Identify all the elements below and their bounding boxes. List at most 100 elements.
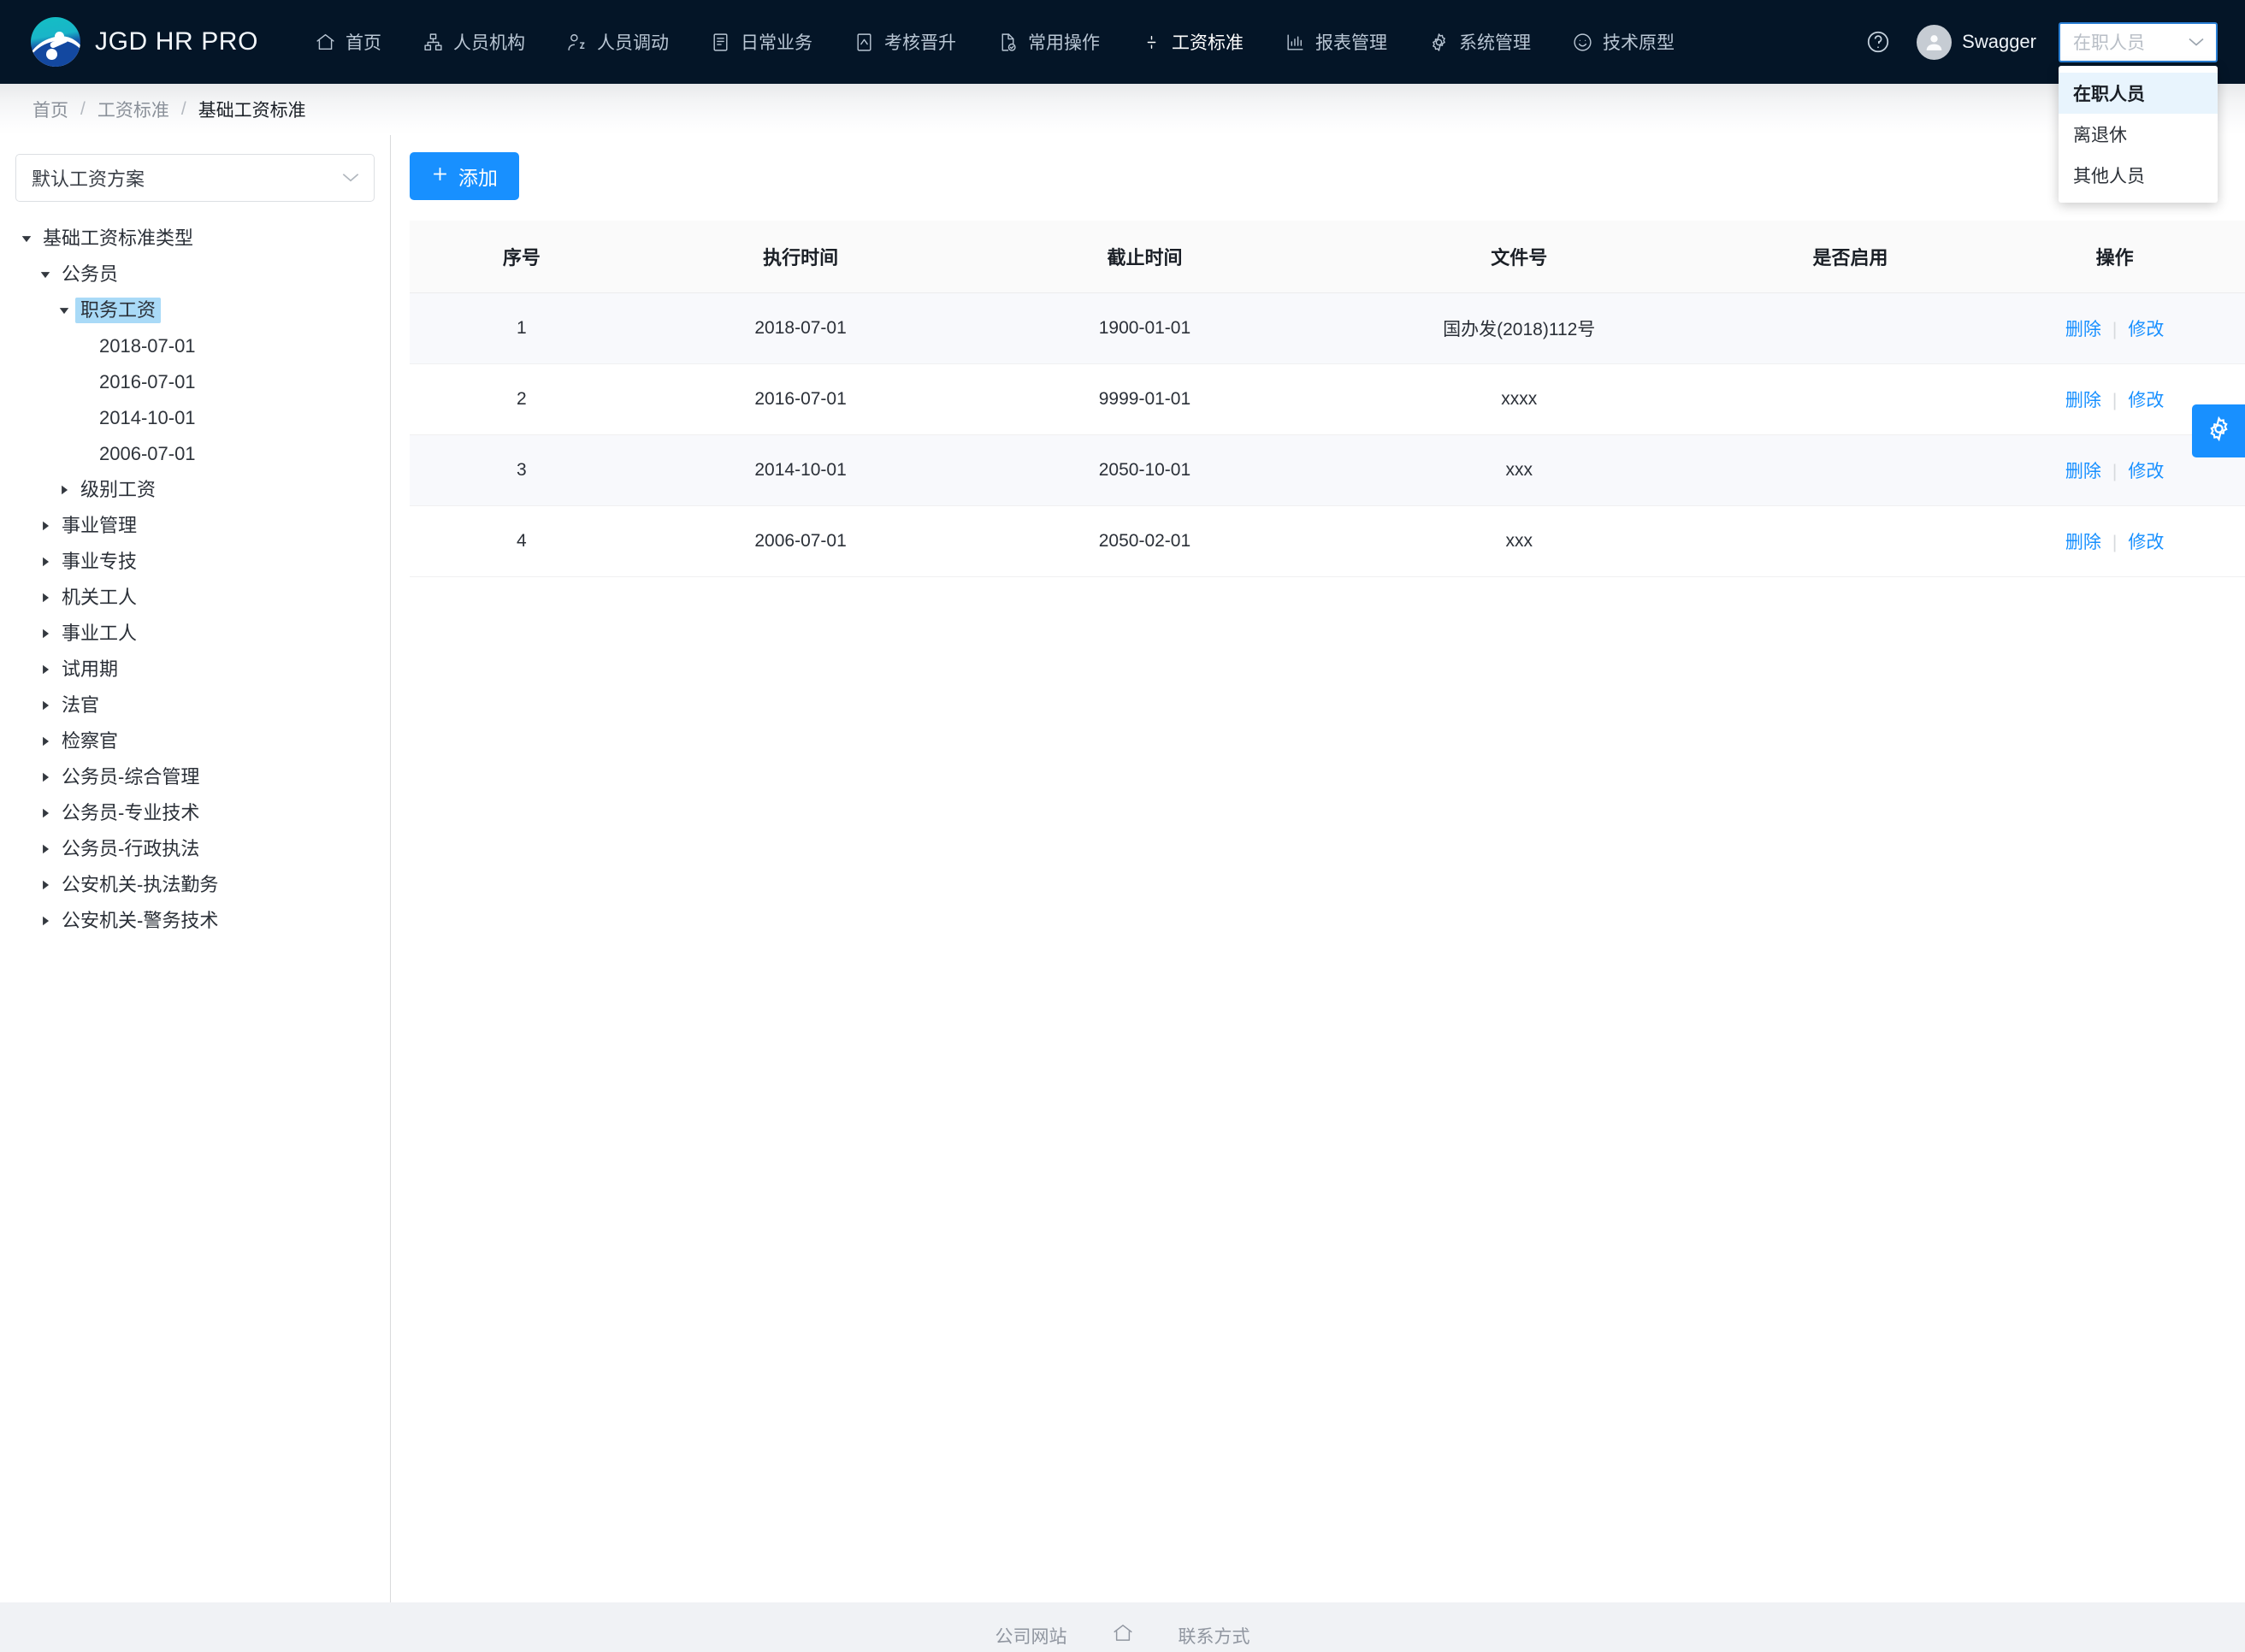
person-type-select[interactable]: 在职人员: [2059, 21, 2218, 62]
tree-item-6[interactable]: 2014-10-01: [15, 400, 375, 436]
tree-caret-right-icon[interactable]: [34, 807, 56, 819]
doc-check-icon: [997, 32, 1019, 53]
tree-item-label: 事业工人: [62, 622, 138, 645]
tree-caret-right-icon[interactable]: [34, 556, 56, 568]
tree-caret-down-icon[interactable]: [53, 304, 75, 316]
table-column-header-3: 截止时间: [967, 221, 1322, 293]
tree-item-7[interactable]: 2006-07-01: [15, 436, 375, 472]
tree-caret-right-icon[interactable]: [34, 879, 56, 891]
tree-caret-right-icon[interactable]: [34, 915, 56, 927]
tree-item-17[interactable]: 公务员-专业技术: [15, 795, 375, 831]
chart-up-icon: [854, 32, 875, 53]
nav-item-1[interactable]: 首页: [294, 0, 402, 84]
standards-table-container: 序号 执行时间 截止时间 文件号 是否启用 操作 1 2018-07-01 1900-01-0…: [410, 221, 2245, 577]
action-divider: |: [2112, 390, 2118, 410]
edit-link[interactable]: 修改: [2128, 320, 2164, 339]
nav-item-label: 首页: [346, 33, 382, 53]
delete-link[interactable]: 删除: [2065, 391, 2101, 410]
tree-item-14[interactable]: 法官: [15, 687, 375, 723]
tree-caret-right-icon[interactable]: [34, 843, 56, 855]
add-button[interactable]: 添加: [410, 152, 519, 200]
tree-item-label: 2006-07-01: [99, 443, 196, 465]
tree-item-11[interactable]: 机关工人: [15, 580, 375, 616]
tree-item-label: 检察官: [62, 730, 119, 752]
tree-caret-right-icon[interactable]: [34, 699, 56, 711]
action-divider: |: [2112, 319, 2118, 339]
tree-item-15[interactable]: 检察官: [15, 723, 375, 759]
tree-item-9[interactable]: 事业管理: [15, 508, 375, 544]
nav-item-4[interactable]: 日常业务: [689, 0, 833, 84]
table-row[interactable]: 3 2014-10-01 2050-10-01 xxx 删除 | 修改: [410, 434, 2245, 506]
tree-item-8[interactable]: 级别工资: [15, 472, 375, 508]
tree-caret-right-icon[interactable]: [53, 484, 75, 496]
nav-item-6[interactable]: 常用操作: [977, 0, 1120, 84]
table-cell-2: 2016-07-01: [633, 363, 968, 435]
breadcrumb-item-2[interactable]: 工资标准: [97, 97, 169, 122]
tree-item-label: 公安机关-执法勤务: [62, 874, 219, 896]
user-avatar-icon[interactable]: [1917, 24, 1953, 60]
tree-item-12[interactable]: 事业工人: [15, 616, 375, 652]
tree-item-5[interactable]: 2016-07-01: [15, 364, 375, 400]
tree-item-16[interactable]: 公务员-综合管理: [15, 759, 375, 795]
tree-caret-right-icon[interactable]: [34, 735, 56, 747]
brand-logo-group[interactable]: JGD HR PRO: [31, 17, 258, 67]
table-cell-actions: 删除 | 修改: [1984, 292, 2245, 364]
tree-item-label: 公务员: [62, 263, 119, 286]
salary-scheme-select[interactable]: 默认工资方案: [15, 154, 375, 202]
tree-item-18[interactable]: 公务员-行政执法: [15, 831, 375, 867]
table-column-header-2: 执行时间: [633, 221, 968, 293]
delete-link[interactable]: 删除: [2065, 320, 2101, 339]
tree-caret-right-icon[interactable]: [34, 628, 56, 640]
nav-item-2[interactable]: 人员机构: [402, 0, 546, 84]
nav-item-9[interactable]: 系统管理: [1408, 0, 1551, 84]
tree-caret-right-icon[interactable]: [34, 771, 56, 783]
tree-item-2[interactable]: 公务员: [15, 257, 375, 292]
tree-item-1[interactable]: 基础工资标准类型: [15, 221, 375, 257]
tree-item-3[interactable]: 职务工资: [15, 292, 375, 328]
nav-item-5[interactable]: 考核晋升: [833, 0, 977, 84]
delete-link[interactable]: 删除: [2065, 533, 2101, 552]
tree-item-13[interactable]: 试用期: [15, 652, 375, 687]
nav-items: 首页 人员机构 人员调动 日常业务 考核晋升 常用操作 工资标准 报表管理 系统管理 技术原型: [294, 0, 1865, 84]
nav-item-label: 人员机构: [453, 33, 526, 53]
person-type-select-wrap: 在职人员 在职人员 离退休 其他人员: [2059, 21, 2218, 203]
person-type-option-1[interactable]: 在职人员: [2059, 72, 2218, 114]
delete-link[interactable]: 删除: [2065, 462, 2101, 481]
footer-home-icon[interactable]: [1112, 1622, 1134, 1649]
nav-item-10[interactable]: 技术原型: [1551, 0, 1695, 84]
edit-link[interactable]: 修改: [2128, 462, 2164, 481]
nav-item-8[interactable]: 报表管理: [1264, 0, 1408, 84]
edit-link[interactable]: 修改: [2128, 533, 2164, 552]
tree-item-label: 2016-07-01: [99, 371, 196, 393]
tree-item-20[interactable]: 公安机关-警务技术: [15, 903, 375, 939]
tree-item-label: 机关工人: [62, 587, 138, 609]
tree-caret-right-icon[interactable]: [34, 664, 56, 676]
footer-link-3[interactable]: 联系方式: [1179, 1623, 1250, 1649]
tree-item-label: 2018-07-01: [99, 335, 196, 357]
breadcrumb-item-1[interactable]: 首页: [32, 97, 68, 122]
table-row[interactable]: 2 2016-07-01 9999-01-01 xxxx 删除 | 修改: [410, 363, 2245, 435]
table-row[interactable]: 1 2018-07-01 1900-01-01 国办发(2018)112号 删除 | 修改: [410, 292, 2245, 364]
nav-item-3[interactable]: 人员调动: [546, 0, 689, 84]
tree-caret-right-icon[interactable]: [34, 520, 56, 532]
table-row[interactable]: 4 2006-07-01 2050-02-01 xxx 删除 | 修改: [410, 505, 2245, 577]
person-type-option-2[interactable]: 离退休: [2059, 114, 2218, 155]
nav-item-7[interactable]: 工资标准: [1120, 0, 1264, 84]
tree-item-label: 公务员-专业技术: [62, 802, 200, 824]
settings-floating-button[interactable]: [2192, 404, 2245, 457]
table-cell-3: 2050-02-01: [967, 505, 1322, 577]
footer-link-1[interactable]: 公司网站: [995, 1623, 1067, 1649]
tree-caret-right-icon[interactable]: [34, 592, 56, 604]
edit-link[interactable]: 修改: [2128, 391, 2164, 410]
tree-caret-down-icon[interactable]: [15, 233, 38, 245]
smiley-icon: [1572, 32, 1593, 53]
person-type-option-3[interactable]: 其他人员: [2059, 155, 2218, 196]
question-circle-icon[interactable]: [1865, 29, 1891, 55]
tree-item-4[interactable]: 2018-07-01: [15, 328, 375, 364]
breadcrumb-separator: /: [80, 99, 86, 119]
tree-caret-down-icon[interactable]: [34, 268, 56, 280]
tree-item-10[interactable]: 事业专技: [15, 544, 375, 580]
table-cell-5: [1716, 434, 1985, 506]
tree-item-19[interactable]: 公安机关-执法勤务: [15, 867, 375, 903]
table-column-header-1: 序号: [410, 221, 634, 293]
